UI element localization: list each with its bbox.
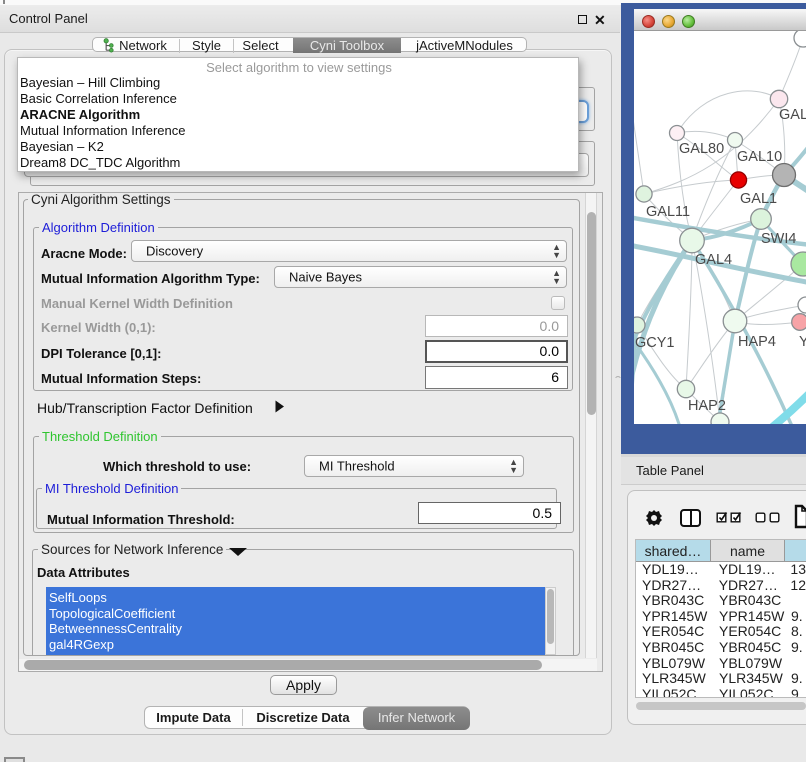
svg-text:GAL80: GAL80 (679, 141, 724, 157)
svg-text:GAL10: GAL10 (737, 149, 782, 165)
svg-text:GAL1: GAL1 (740, 191, 777, 207)
svg-text:Y: Y (799, 334, 806, 350)
svg-text:GAL11: GAL11 (646, 204, 690, 220)
svg-text:GCY1: GCY1 (635, 335, 675, 351)
svg-text:HAP2: HAP2 (688, 398, 726, 414)
svg-text:GAL4: GAL4 (695, 252, 732, 268)
svg-text:GAL7: GAL7 (779, 107, 806, 123)
svg-text:HAP4: HAP4 (738, 334, 776, 350)
svg-text:SWI4: SWI4 (761, 231, 796, 247)
